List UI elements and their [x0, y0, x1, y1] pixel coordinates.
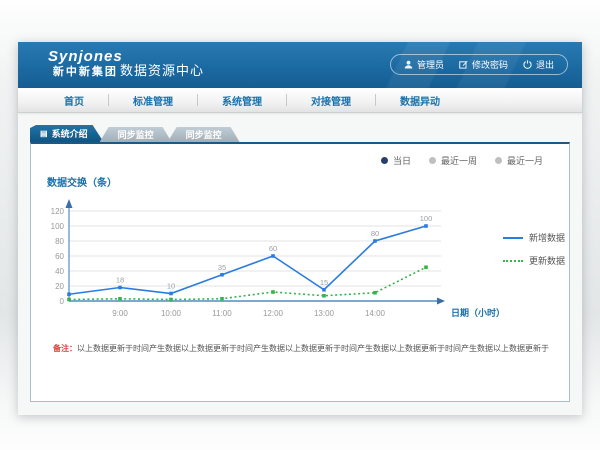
svg-text:10:00: 10:00	[161, 309, 182, 318]
app-header: Synjones 新中新集团 数据资源中心 管理员 修改密码 退出	[18, 42, 582, 88]
user-action-logout[interactable]: 退出	[523, 58, 554, 71]
svg-text:12:00: 12:00	[263, 309, 284, 318]
svg-text:60: 60	[269, 244, 277, 253]
svg-text:13:00: 13:00	[314, 309, 335, 318]
radio-dot	[429, 157, 436, 164]
svg-text:120: 120	[51, 207, 65, 216]
svg-text:0: 0	[60, 297, 65, 306]
svg-text:20: 20	[55, 282, 64, 291]
logo-text-en: Synjones	[48, 48, 123, 65]
radio-dot	[495, 157, 502, 164]
legend-swatch	[503, 237, 523, 239]
time-filter-group: 当日 最近一周 最近一月	[381, 154, 543, 167]
svg-text:18: 18	[116, 276, 124, 285]
content-panel: 当日 最近一周 最近一月 数据交换（条） 0 20 40 60 80 100 120 9:00 10…	[30, 142, 570, 402]
tab-bar: ▤ 系统介绍 同步监控 同步监控	[30, 125, 582, 142]
legend-label: 新增数据	[529, 231, 565, 244]
chart-area: 0 20 40 60 80 100 120 9:00 10:00 11:00 12:00 13:00 1…	[41, 193, 569, 333]
tab-label: 系统介绍	[52, 127, 88, 140]
svg-text:11:00: 11:00	[212, 309, 232, 318]
power-icon	[523, 60, 532, 69]
radio-label: 当日	[393, 154, 411, 167]
svg-text:14:00: 14:00	[365, 309, 386, 318]
chart-title: 数据交换（条）	[47, 174, 569, 189]
tab-label: 同步监控	[118, 128, 154, 141]
time-filter-option-2[interactable]: 最近一月	[495, 154, 543, 167]
footer-note: 备注：以上数据更新于时间产生数据以上数据更新于时间产生数据以上数据更新于时间产生…	[53, 343, 569, 354]
user-icon	[404, 60, 413, 69]
user-action-label: 修改密码	[472, 58, 508, 71]
legend-swatch	[503, 260, 523, 262]
user-toolbar: 管理员 修改密码 退出	[390, 54, 568, 75]
company-logo: Synjones 新中新集团	[48, 48, 123, 79]
svg-text:9:00: 9:00	[112, 309, 128, 318]
note-label: 备注：	[53, 344, 77, 353]
svg-text:15: 15	[320, 278, 328, 287]
tab-document-icon: ▤	[40, 130, 48, 138]
note-text: 以上数据更新于时间产生数据以上数据更新于时间产生数据以上数据更新于时间产生数据以…	[77, 344, 549, 353]
svg-text:60: 60	[55, 252, 64, 261]
nav-item-2[interactable]: 系统管理	[198, 93, 286, 108]
radio-label: 最近一周	[441, 154, 477, 167]
tab-2[interactable]: 同步监控	[168, 127, 240, 142]
time-filter-option-0[interactable]: 当日	[381, 154, 411, 167]
time-filter-option-1[interactable]: 最近一周	[429, 154, 477, 167]
svg-text:80: 80	[55, 237, 64, 246]
svg-text:100: 100	[420, 214, 433, 223]
user-action-label: 退出	[536, 58, 554, 71]
nav-item-4[interactable]: 数据异动	[376, 93, 464, 108]
logo-text-cn: 新中新集团	[48, 65, 123, 79]
line-chart: 0 20 40 60 80 100 120 9:00 10:00 11:00 12:00 13:00 1…	[41, 193, 503, 333]
nav-item-0[interactable]: 首页	[40, 93, 108, 108]
svg-text:40: 40	[55, 267, 64, 276]
svg-text:100: 100	[51, 222, 65, 231]
app-window: Synjones 新中新集团 数据资源中心 管理员修改密码退出 首页标准管理系统…	[18, 42, 582, 415]
svg-text:80: 80	[371, 229, 379, 238]
svg-text:10: 10	[167, 282, 175, 291]
radio-dot	[381, 157, 388, 164]
svg-text:日期（小时）: 日期（小时）	[451, 307, 503, 318]
chart-legend: 新增数据更新数据	[503, 165, 569, 333]
tab-1[interactable]: 同步监控	[100, 127, 172, 142]
legend-item-0: 新增数据	[503, 231, 569, 244]
edit-icon	[459, 60, 468, 69]
user-action-admin[interactable]: 管理员	[404, 58, 444, 71]
tab-0[interactable]: ▤ 系统介绍	[30, 125, 104, 142]
nav-item-3[interactable]: 对接管理	[287, 93, 375, 108]
main-nav: 首页标准管理系统管理对接管理数据异动	[18, 88, 582, 113]
svg-text:35: 35	[218, 263, 226, 272]
legend-item-1: 更新数据	[503, 254, 569, 267]
legend-label: 更新数据	[529, 254, 565, 267]
user-action-change-password[interactable]: 修改密码	[459, 58, 508, 71]
page-title: 数据资源中心	[120, 60, 204, 79]
radio-label: 最近一月	[507, 154, 543, 167]
tab-label: 同步监控	[186, 128, 222, 141]
nav-item-1[interactable]: 标准管理	[109, 93, 197, 108]
user-action-label: 管理员	[417, 58, 444, 71]
